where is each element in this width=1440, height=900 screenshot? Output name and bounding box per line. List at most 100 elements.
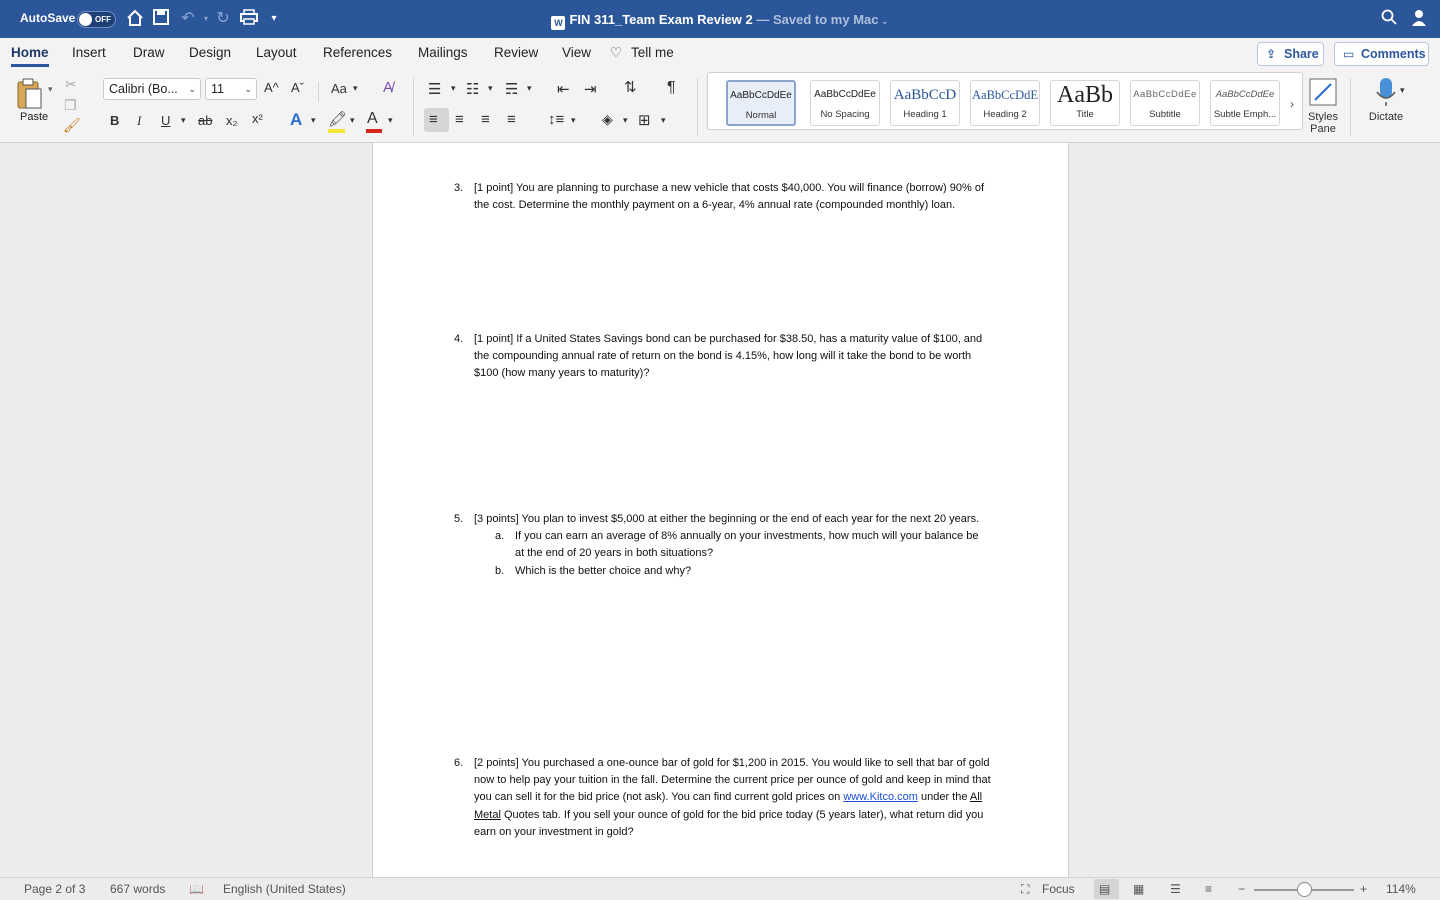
styles-pane-label: Styles Pane <box>1308 111 1338 135</box>
search-icon[interactable] <box>1379 9 1399 29</box>
line-spacing-icon[interactable]: ↕≡ <box>548 111 564 128</box>
tab-view[interactable]: View <box>562 45 591 60</box>
align-center-icon[interactable]: ≡ <box>455 111 464 128</box>
tab-references[interactable]: References <box>323 45 392 60</box>
chevron-down-icon[interactable]: ⌄ <box>879 16 889 26</box>
increase-indent-icon[interactable]: ⇥ <box>584 80 597 98</box>
chevron-down-icon[interactable]: ▾ <box>451 83 456 94</box>
style-title[interactable]: AaBb Title <box>1050 80 1120 126</box>
strikethrough-button[interactable]: ab <box>198 113 212 128</box>
tab-review[interactable]: Review <box>494 45 538 60</box>
superscript-button[interactable]: x² <box>252 111 263 126</box>
question-5[interactable]: 5. [3 points] You plan to invest $5,000 … <box>454 511 994 580</box>
zoom-slider-thumb[interactable] <box>1297 882 1312 897</box>
style-heading-1[interactable]: AaBbCcD Heading 1 <box>890 80 960 126</box>
chevron-down-icon[interactable]: ▾ <box>488 83 493 94</box>
style-subtle-emphasis[interactable]: AaBbCcDdEe Subtle Emph... <box>1210 80 1280 126</box>
font-size-select[interactable]: 11 ⌄ <box>205 78 257 100</box>
dictate-button[interactable]: Dictate <box>1364 76 1408 123</box>
tab-insert[interactable]: Insert <box>72 45 106 60</box>
style-heading-2[interactable]: AaBbCcDdE Heading 2 <box>970 80 1040 126</box>
word-count[interactable]: 667 words <box>110 882 165 896</box>
tab-layout[interactable]: Layout <box>256 45 297 60</box>
language[interactable]: English (United States) <box>223 882 346 896</box>
proofing-icon[interactable]: 📖 <box>189 882 204 896</box>
clear-formatting-icon[interactable]: A̸ <box>383 79 393 96</box>
status-bar: Page 2 of 3 667 words 📖 English (United … <box>0 877 1440 900</box>
draft-icon[interactable]: ≡ <box>1205 882 1212 896</box>
shrink-font-button[interactable]: Aˇ <box>291 80 304 95</box>
chevron-down-icon[interactable]: ▾ <box>311 115 316 126</box>
highlight-icon[interactable]: 🖍 <box>328 110 347 128</box>
style-subtitle[interactable]: AaBbCcDdEe Subtitle <box>1130 80 1200 126</box>
style-normal[interactable]: AaBbCcDdEe Normal <box>726 80 796 126</box>
font-color-icon[interactable]: A <box>367 110 378 128</box>
chevron-down-icon[interactable]: ▾ <box>623 115 628 126</box>
tab-draw[interactable]: Draw <box>133 45 165 60</box>
share-button[interactable]: ⇪ Share <box>1257 42 1324 66</box>
document-page[interactable]: 3. [1 point] You are planning to purchas… <box>372 143 1069 877</box>
page-count[interactable]: Page 2 of 3 <box>24 882 85 896</box>
print-layout-icon[interactable]: ▤ <box>1099 882 1110 896</box>
focus-label[interactable]: Focus <box>1042 882 1075 896</box>
chevron-down-icon[interactable]: ▾ <box>353 83 358 94</box>
change-case-button[interactable]: Aa <box>331 81 347 96</box>
zoom-level[interactable]: 114% <box>1386 882 1416 896</box>
italic-button[interactable]: I <box>137 113 141 129</box>
tab-tell-me[interactable]: Tell me <box>631 45 674 60</box>
paste-icon[interactable] <box>16 78 46 109</box>
question-3[interactable]: 3. [1 point] You are planning to purchas… <box>454 180 994 214</box>
tab-mailings[interactable]: Mailings <box>418 45 468 60</box>
justify-icon[interactable]: ≡ <box>507 111 516 128</box>
align-left-icon[interactable]: ≡ <box>429 111 438 128</box>
tab-design[interactable]: Design <box>189 45 231 60</box>
list-number: 4. <box>454 333 464 345</box>
chevron-down-icon[interactable]: ▾ <box>1400 85 1405 96</box>
underline-button[interactable]: U <box>161 113 170 128</box>
chevron-down-icon[interactable]: ▾ <box>350 115 355 126</box>
sort-icon[interactable]: ⇅ <box>624 78 637 96</box>
zoom-out-icon[interactable]: − <box>1238 882 1245 896</box>
chevron-down-icon[interactable]: ▾ <box>571 115 576 126</box>
list-number: 5. <box>454 513 464 525</box>
borders-icon[interactable]: ⊞ <box>638 111 651 129</box>
bold-button[interactable]: B <box>110 113 119 128</box>
cut-icon[interactable]: ✂ <box>65 76 77 93</box>
shading-icon[interactable]: ◈ <box>602 111 613 128</box>
numbering-icon[interactable]: ☷ <box>466 80 479 98</box>
bullets-icon[interactable]: ☰ <box>428 80 441 98</box>
pilcrow-button[interactable]: ¶ <box>667 79 676 97</box>
copy-icon[interactable]: ❐ <box>64 97 77 114</box>
format-painter-icon[interactable]: 🖌 <box>63 117 81 134</box>
grow-font-button[interactable]: A^ <box>264 80 279 95</box>
focus-icon[interactable]: ⛶ <box>1021 882 1029 897</box>
web-layout-icon[interactable]: ▦ <box>1133 882 1144 896</box>
align-right-icon[interactable]: ≡ <box>481 111 490 128</box>
comments-button[interactable]: ▭ Comments <box>1334 42 1429 66</box>
account-icon[interactable] <box>1410 9 1430 29</box>
multilevel-list-icon[interactable]: ☴ <box>505 80 518 98</box>
chevron-down-icon[interactable]: ▾ <box>388 115 393 126</box>
styles-pane-button[interactable]: Styles Pane <box>1305 76 1341 135</box>
chevron-down-icon[interactable]: ▾ <box>181 115 186 126</box>
zoom-in-icon[interactable]: + <box>1360 882 1367 896</box>
style-no-spacing[interactable]: AaBbCcDdEe No Spacing <box>810 80 880 126</box>
tab-home[interactable]: Home <box>11 45 49 67</box>
chevron-down-icon[interactable]: ▾ <box>527 83 532 94</box>
subscript-button[interactable]: x₂ <box>226 113 238 128</box>
outline-icon[interactable]: ☰ <box>1170 882 1181 896</box>
chevron-down-icon[interactable]: ▾ <box>661 115 666 126</box>
question-4[interactable]: 4. [1 point] If a United States Savings … <box>454 331 994 383</box>
gallery-next-icon[interactable]: › <box>1290 97 1294 111</box>
question-6[interactable]: 6. [2 points] You purchased a one-ounce … <box>454 755 994 841</box>
divider <box>1350 78 1351 136</box>
sub-question-b[interactable]: b. Which is the better choice and why? <box>495 563 985 580</box>
style-sample: AaBbCcD <box>893 87 957 103</box>
document-canvas[interactable]: 3. [1 point] You are planning to purchas… <box>0 143 1440 877</box>
font-name-select[interactable]: Calibri (Bo... ⌄ <box>103 78 201 100</box>
paste-dropdown-icon[interactable]: ▾ <box>48 84 53 95</box>
kitco-link[interactable]: www.Kitco.com <box>843 791 918 803</box>
decrease-indent-icon[interactable]: ⇤ <box>557 80 570 98</box>
text-effects-icon[interactable]: A <box>290 110 302 130</box>
sub-question-a[interactable]: a. If you can earn an average of 8% annu… <box>495 528 985 562</box>
